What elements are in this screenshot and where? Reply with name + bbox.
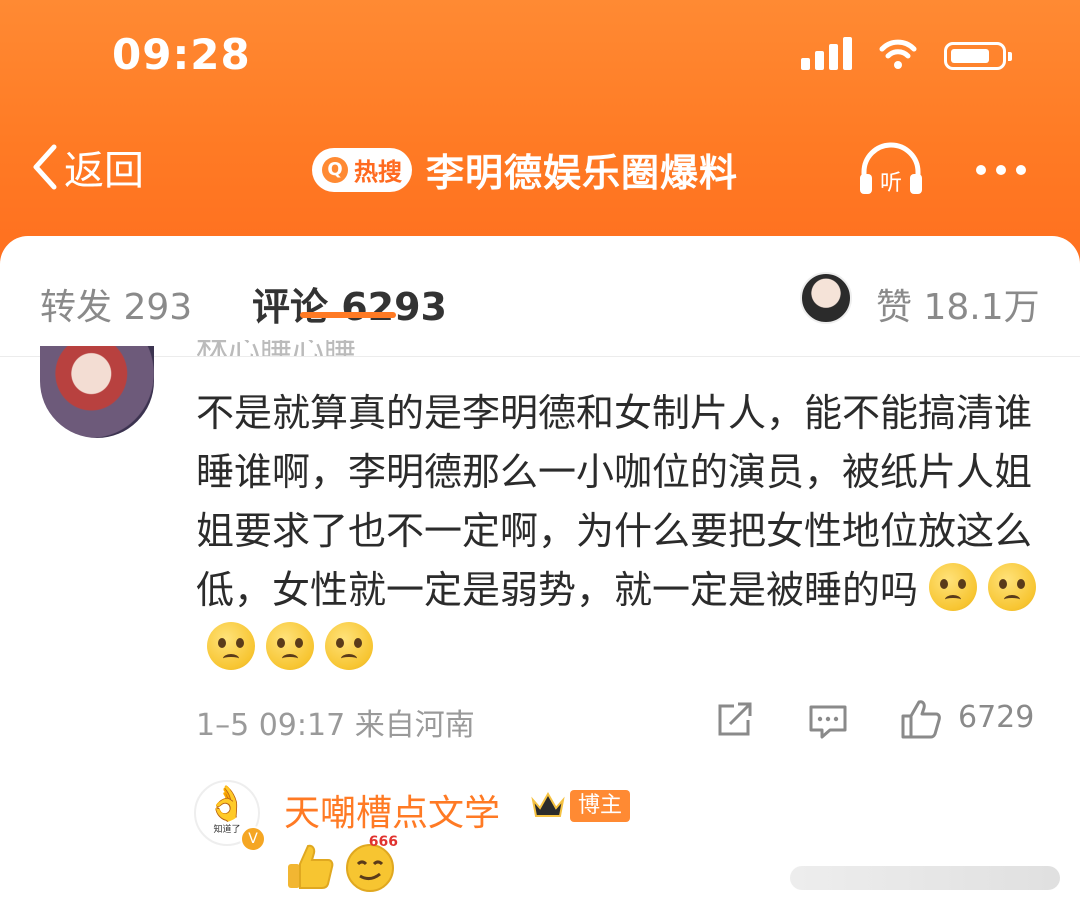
liker-avatar[interactable] (800, 272, 852, 324)
like-count: 6729 (958, 700, 1035, 735)
tab-repost[interactable]: 转发 293 (40, 278, 192, 330)
pleading-face-icon (266, 622, 314, 670)
wifi-icon (879, 39, 917, 69)
commenter-avatar[interactable] (40, 346, 154, 438)
more-dot-icon (976, 165, 986, 175)
back-button[interactable]: 返回 (30, 138, 144, 196)
comment-icon[interactable] (808, 704, 848, 740)
active-tab-indicator (300, 312, 396, 318)
thumbs-up-emoji-icon (288, 844, 334, 889)
top-header: 09:28 返回 Q 热搜 李明德娱乐圈爆料 听 (0, 0, 1080, 270)
share-icon[interactable] (716, 702, 754, 738)
pleading-face-icon (207, 622, 255, 670)
verified-icon: V (240, 826, 266, 852)
comment-text: 不是就算真的是李明德和女制片人，能不能搞清谁睡谁啊，李明德那么一小咖位的演员，被… (196, 391, 1033, 612)
pleading-face-icon (988, 563, 1037, 611)
battery-icon (944, 42, 1012, 70)
thumbs-up-icon[interactable] (900, 698, 942, 740)
headphones-icon: 听 (860, 142, 922, 196)
listen-label: 听 (880, 171, 902, 196)
tab-like[interactable]: 赞 18.1万 (876, 278, 1040, 330)
watermark (790, 866, 1060, 890)
listen-button[interactable]: 听 (856, 142, 926, 198)
comment-meta: 1–5 09:17 来自河南 (196, 708, 475, 743)
search-icon: Q (322, 156, 348, 183)
author-badge: 博主 (570, 790, 631, 822)
ok-hand-icon: 👌 (205, 784, 249, 824)
666-emoji-icon: 666 (344, 834, 400, 894)
reply-author-name[interactable]: 天嘲槽点文学 (284, 784, 500, 836)
page-title: 李明德娱乐圈爆料 (426, 151, 739, 195)
title-bar: Q 热搜 李明德娱乐圈爆料 (312, 142, 738, 197)
comment-body: 不是就算真的是李明德和女制片人，能不能搞清谁睡谁啊，李明德那么一小咖位的演员，被… (196, 384, 1046, 679)
back-label: 返回 (64, 148, 144, 194)
666-tag: 666 (368, 834, 398, 850)
more-dot-icon (996, 165, 1006, 175)
pleading-face-icon (929, 563, 978, 611)
more-button[interactable] (976, 165, 1026, 175)
status-icons (801, 36, 1012, 70)
hot-badge-label: 热搜 (354, 158, 402, 186)
signal-icon (801, 36, 852, 70)
hot-search-badge[interactable]: Q 热搜 (312, 147, 412, 192)
crown-icon (531, 791, 565, 817)
status-time: 09:28 (112, 30, 251, 79)
more-dot-icon (1016, 165, 1026, 175)
pleading-face-icon (325, 622, 373, 670)
commenter-name[interactable]: 林心睡心睡 (196, 340, 396, 356)
chevron-left-icon (33, 144, 57, 190)
tab-comment[interactable]: 评论 6293 (252, 276, 447, 331)
